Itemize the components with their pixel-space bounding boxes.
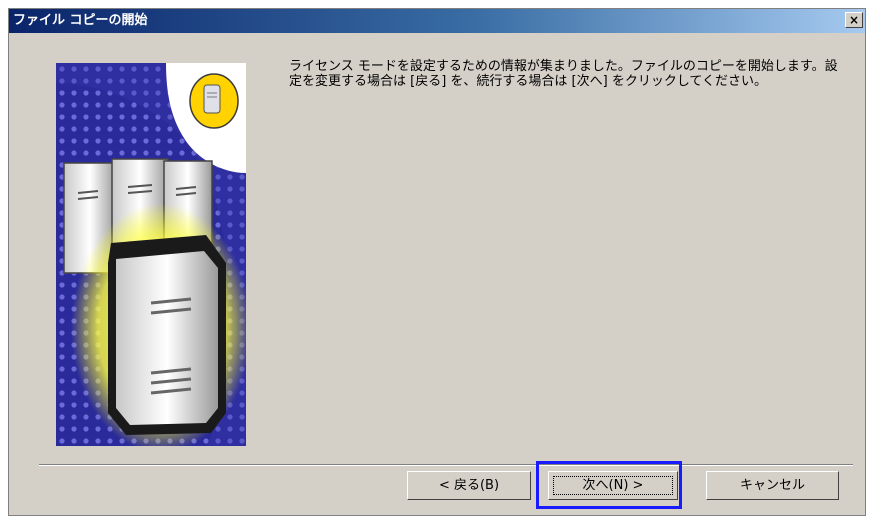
server-illustration	[56, 63, 246, 446]
title-bar: ファイル コピーの開始 ×	[9, 9, 865, 33]
close-button[interactable]: ×	[845, 12, 863, 28]
cancel-button[interactable]: キャンセル	[706, 471, 839, 500]
cancel-button-label: キャンセル	[739, 478, 805, 493]
window-title: ファイル コピーの開始	[13, 13, 148, 28]
info-message: ライセンス モードを設定するための情報が集まりました。ファイルのコピーを開始しま…	[289, 59, 838, 89]
close-icon: ×	[848, 13, 860, 27]
server-badge-icon	[203, 84, 221, 114]
back-button[interactable]: < 戻る(B)	[407, 471, 531, 500]
back-button-label: < 戻る(B)	[438, 478, 500, 493]
button-separator	[39, 464, 853, 466]
setup-dialog: ファイル コピーの開始 × ライセンス モードを設定するための情報が集まりました…	[8, 8, 866, 516]
next-button-highlight	[536, 461, 682, 509]
